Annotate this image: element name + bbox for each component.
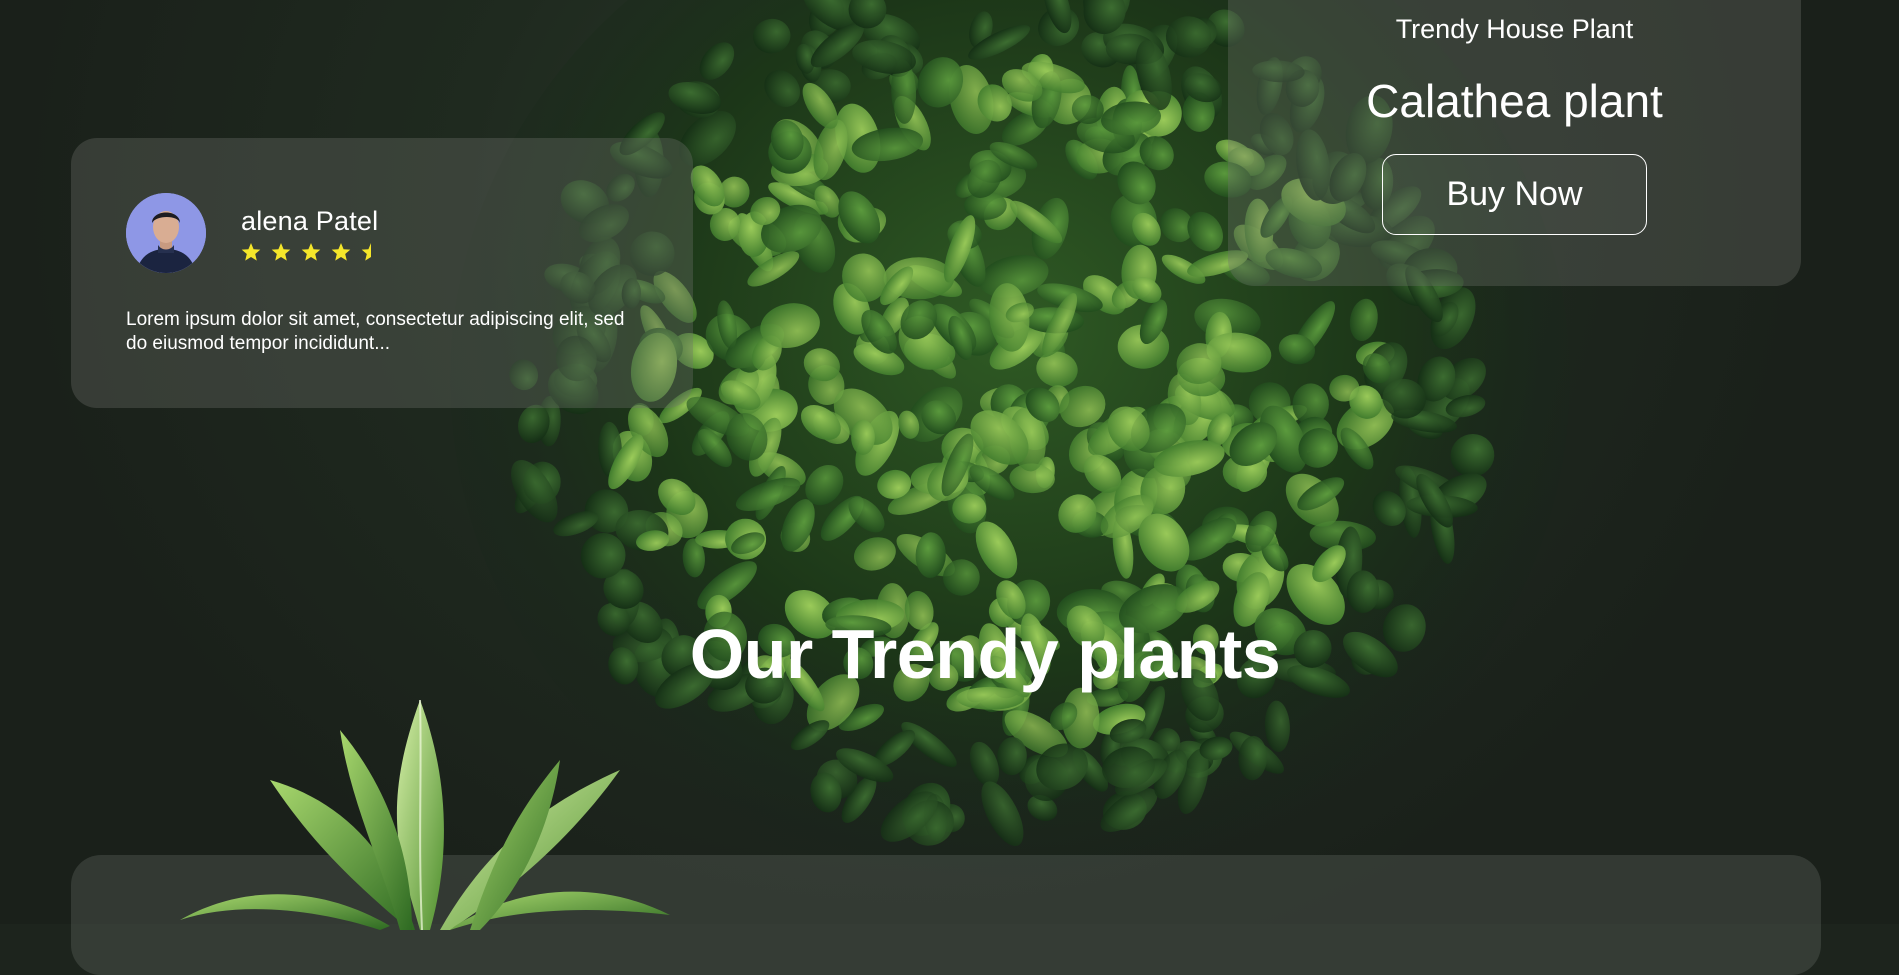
rating-stars (241, 242, 381, 262)
shrub-leaf (851, 419, 875, 455)
reviewer-name: alena Patel (241, 206, 379, 236)
star-icon (301, 243, 321, 261)
review-text: Lorem ipsum dolor sit amet, consectetur … (126, 309, 625, 354)
section-title: Our Trendy plants (689, 615, 1281, 693)
buy-now-button[interactable]: Buy Now (1382, 154, 1647, 235)
plant-leaves-image (180, 699, 670, 930)
star-icon (271, 243, 291, 261)
product-category: Trendy House Plant (1395, 14, 1634, 44)
product-card: Trendy House Plant Calathea plant Buy No… (1228, 0, 1801, 286)
shrub-leaf (1346, 570, 1380, 613)
star-icon (241, 243, 261, 261)
product-name: Calathea plant (1366, 75, 1663, 127)
star-icon (331, 243, 351, 261)
reviewer-avatar (126, 193, 206, 273)
review-card: alena Patel Lorem ipsum dolor sit amet, … (71, 138, 693, 408)
half-star-icon (361, 243, 371, 261)
